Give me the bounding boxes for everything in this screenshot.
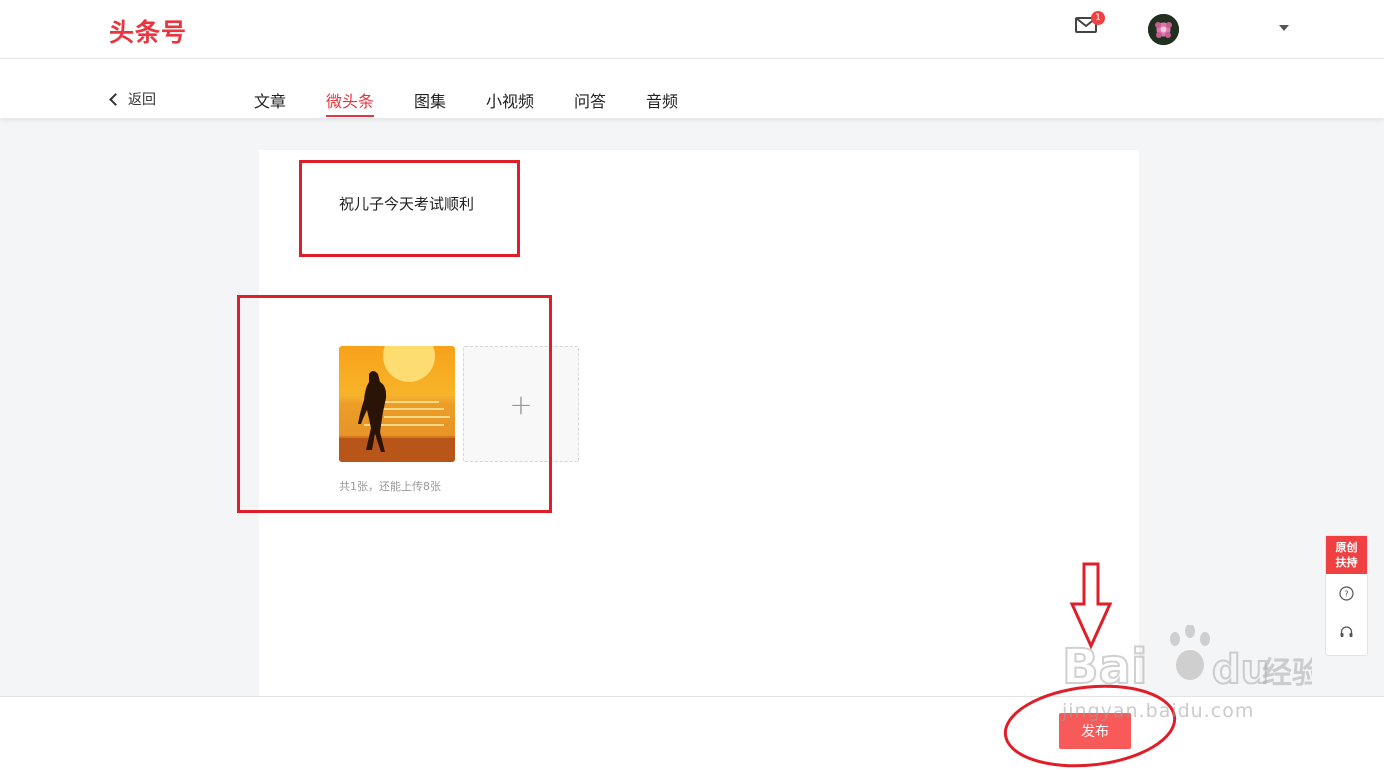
tab-gallery[interactable]: 图集: [414, 88, 446, 112]
annotation-box-image: [237, 295, 552, 513]
back-label: 返回: [128, 92, 156, 108]
tab-short-video[interactable]: 小视频: [486, 88, 534, 112]
active-tab-indicator: [326, 115, 374, 117]
chevron-left-icon: [109, 92, 122, 106]
mail-badge: 1: [1091, 11, 1105, 25]
annotation-box-text: [299, 160, 520, 257]
tab-qa[interactable]: 问答: [574, 88, 606, 112]
original-support-button[interactable]: 原创 扶持: [1326, 536, 1367, 574]
watermark-url: jingyan.baidu.com: [1062, 700, 1255, 722]
headset-icon[interactable]: [1339, 625, 1354, 640]
original-support-line2: 扶持: [1335, 556, 1358, 569]
chevron-down-icon[interactable]: [1279, 25, 1289, 31]
editor-nav: 返回 文章 微头条 图集 小视频 问答 音频: [0, 59, 1384, 118]
tab-micro-toutiao[interactable]: 微头条: [326, 88, 374, 112]
toutiaohao-logo[interactable]: 头条号: [109, 13, 187, 49]
svg-text:?: ?: [1344, 590, 1348, 599]
svg-text:经验: 经验: [1262, 656, 1312, 691]
avatar[interactable]: [1148, 14, 1179, 45]
svg-text:Bai: Bai: [1062, 639, 1147, 695]
svg-text:du: du: [1212, 647, 1269, 693]
tab-audio[interactable]: 音频: [646, 88, 678, 112]
original-support-line1: 原创: [1335, 541, 1358, 554]
help-icon[interactable]: ?: [1339, 586, 1354, 601]
tab-article[interactable]: 文章: [254, 88, 286, 112]
side-float-panel: 原创 扶持 ?: [1325, 535, 1368, 656]
baidu-jingyan-watermark-logo: Bai du 经验: [1062, 625, 1312, 696]
back-link[interactable]: 返回: [109, 89, 156, 109]
